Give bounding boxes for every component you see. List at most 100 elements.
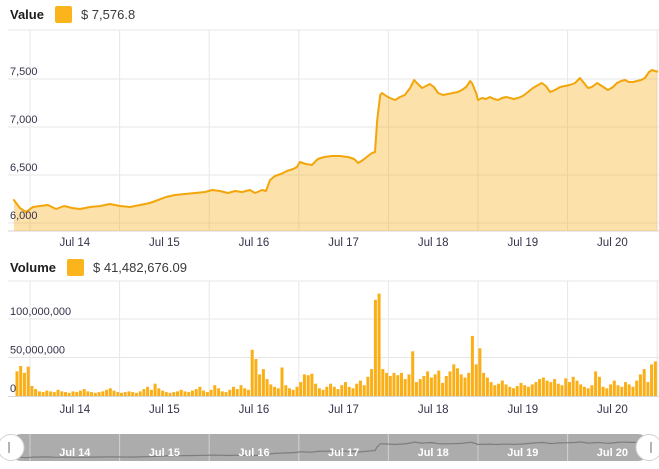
volume-bar [250,349,254,396]
volume-bar [429,377,433,396]
volume-bar [194,389,198,396]
volume-legend[interactable]: Volume $ 41,482,676.09 [10,259,187,276]
navigator-right-handle[interactable] [635,434,659,461]
volume-bars [15,293,657,397]
volume-bar [579,384,583,396]
volume-bar [612,380,616,396]
volume-bar [407,374,411,396]
value-x-tick-label: Jul 20 [597,237,628,249]
volume-bar [60,391,64,396]
value-legend[interactable]: Value $ 7,576.8 [10,6,135,23]
volume-bar [220,391,224,396]
volume-bar [482,372,486,396]
value-x-tick-label: Jul 18 [418,237,449,249]
volume-bar [299,382,303,396]
volume-bar [243,388,247,396]
volume-bar [650,364,654,396]
volume-bar [336,389,340,396]
volume-bar [646,382,650,396]
volume-bar [187,392,191,396]
volume-bar [340,385,344,396]
volume-bar [209,389,213,396]
volume-bar [553,379,557,396]
volume-bar [112,390,116,396]
volume-bar [232,386,235,396]
volume-bar [418,379,422,396]
volume-bar [332,386,336,396]
volume-x-tick-label: Jul 20 [597,404,628,416]
volume-bar [414,382,418,396]
volume-y-tick-label: 50,000,000 [10,345,65,357]
volume-bar [377,293,381,396]
volume-bar [638,374,642,396]
navigator-left-handle[interactable] [0,434,25,461]
navigator-date-label: Jul 14 [59,447,91,459]
volume-bar [373,299,377,397]
volume-bar [568,382,571,396]
volume-bar [183,391,187,396]
volume-bar [190,390,194,396]
volume-bar [493,385,497,396]
volume-bar [452,364,456,396]
volume-bar [325,386,329,396]
volume-bar [500,380,504,396]
volume-bar [261,369,265,396]
volume-bar [239,385,243,396]
crypto-price-chart-widget: Value $ 7,576.8 Volume $ 41,482,676.09 6… [0,0,659,469]
volume-y-tick-label: 0 [10,383,16,395]
volume-bar [441,382,445,396]
volume-bar [515,386,519,396]
price-area [13,70,658,231]
value-y-tick-label: 6,000 [10,210,38,222]
volume-bar [329,383,333,396]
range-navigator[interactable]: Jul 14 Jul 15 Jul 16 Jul 17 Jul 18 Jul 19 Jul … [0,434,659,461]
volume-bar [302,374,306,396]
volume-bar [396,375,400,396]
volume-bar [582,386,586,396]
volume-bar [97,392,101,396]
volume-bar [362,385,366,396]
volume-bar [317,388,321,396]
volume-bar [609,384,613,396]
volume-bar [560,385,564,396]
volume-bar [164,392,168,396]
volume-bar [344,382,347,396]
volume-bar [78,390,82,396]
volume-bar [388,376,392,396]
volume-bar [168,392,172,396]
volume-bar [538,379,542,396]
volume-bar [381,369,385,396]
volume-bar [616,385,620,396]
value-x-tick-label: Jul 16 [239,237,270,249]
volume-bar [224,392,228,396]
volume-bar [392,372,396,396]
navigator-date-label: Jul 20 [597,447,628,459]
volume-bar [426,371,430,396]
volume-bar [347,386,351,396]
volume-bar [123,392,127,396]
volume-bar [385,372,389,396]
volume-bar [86,391,90,396]
volume-bar [138,391,142,396]
volume-bar [306,375,310,396]
volume-bar [534,382,538,396]
volume-bar [101,391,105,396]
charts-canvas[interactable]: 6,0006,5007,0007,500Jul 14 Jul 15 Jul 16 Ju… [0,0,659,469]
volume-bar [34,389,38,396]
volume-bar [82,389,86,396]
volume-bar [149,389,153,396]
volume-chart-grid [8,280,659,397]
volume-x-tick-label: Jul 17 [328,404,359,416]
volume-bar [19,366,23,396]
volume-bar [597,376,601,397]
value-x-tick-label: Jul 19 [507,237,538,249]
volume-bar [205,392,209,396]
volume-bar [280,367,284,396]
volume-bar [71,391,75,396]
volume-bar [321,389,325,396]
volume-bar [366,376,370,397]
volume-bar [512,388,515,396]
navigator-date-label: Jul 19 [507,447,538,459]
value-legend-label: Value [10,7,44,22]
volume-bar [146,386,150,396]
